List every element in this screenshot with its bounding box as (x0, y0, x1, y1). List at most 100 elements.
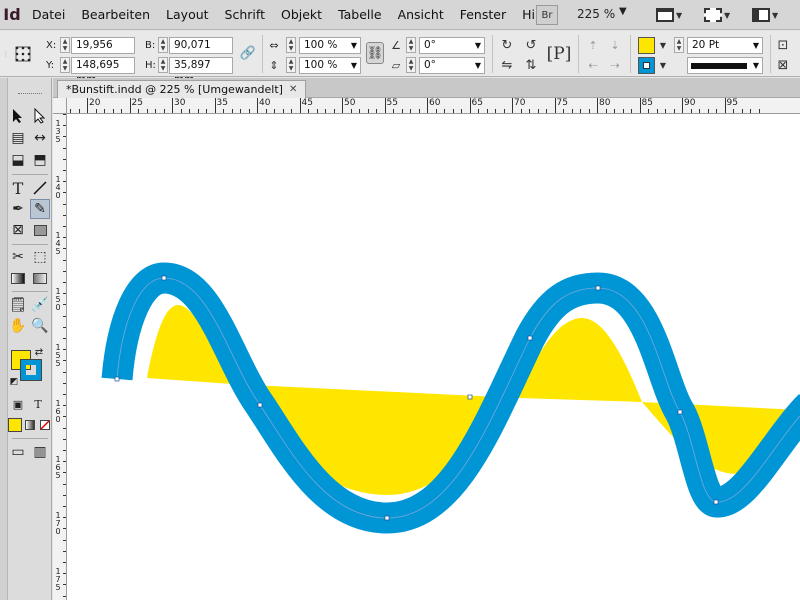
rotate-cw-icon[interactable]: ↻ (498, 36, 516, 54)
select-container-icon[interactable]: ⇡ (584, 36, 602, 54)
x-field[interactable]: 19,956 mm (71, 37, 135, 66)
ruler-major-tick (554, 98, 556, 113)
anchor-point[interactable] (384, 515, 390, 521)
width-field[interactable]: 90,071 mm (169, 37, 233, 66)
apply-gradient-icon[interactable] (23, 418, 37, 432)
height-label: H: (145, 60, 156, 71)
scale-x-stepper[interactable]: ▲ ▼ (286, 37, 296, 53)
rotate-ccw-icon[interactable]: ↺ (522, 36, 540, 54)
menu-ansicht[interactable]: Ansicht (390, 0, 452, 30)
free-transform-tool-icon[interactable]: ⬚ (30, 247, 50, 267)
rectangle-frame-tool-icon[interactable]: ⊠ (8, 220, 28, 240)
anchor-point[interactable] (713, 499, 719, 505)
gradient-feather-tool-icon[interactable] (30, 268, 50, 288)
menu-layout[interactable]: Layout (158, 0, 217, 30)
content-placer-icon[interactable]: ⬒ (30, 150, 50, 170)
rotate-stepper[interactable]: ▲ ▼ (406, 37, 416, 53)
horizontal-ruler[interactable]: 20 25 30 35 40 45 50 55 60 65 70 75 80 85 90 95 (67, 98, 800, 114)
zoom-dropdown-icon[interactable]: ▼ (619, 6, 627, 17)
ruler-label: 55 (386, 98, 398, 108)
anchor-point[interactable] (257, 402, 263, 408)
constrain-scale-icon[interactable]: ⛓ (366, 42, 384, 64)
formatting-container-icon[interactable]: ▣ (10, 396, 26, 412)
scale-x-field[interactable]: 100 % ▼ (299, 37, 361, 54)
direct-selection-tool-icon[interactable] (30, 106, 50, 126)
height-stepper[interactable]: ▲ ▼ (158, 57, 168, 73)
anchor-point[interactable] (161, 275, 167, 281)
constrain-proportions-icon[interactable]: 🔗 (238, 43, 258, 63)
rotate-field[interactable]: 0° ▼ (419, 37, 485, 54)
stroke-proxy[interactable] (20, 359, 42, 381)
zoom-tool-icon[interactable]: 🔍 (30, 316, 50, 336)
normal-view-icon[interactable]: ▭ (8, 442, 28, 462)
fill-swatch[interactable] (638, 37, 655, 54)
anchor-point[interactable] (114, 376, 120, 382)
gap-tool-icon[interactable]: ↔ (30, 128, 50, 148)
scale-y-stepper[interactable]: ▲ ▼ (286, 57, 296, 73)
flip-vertical-icon[interactable]: ⇅ (522, 56, 540, 74)
preview-mode-icon[interactable]: ▥ (30, 442, 50, 462)
menu-datei[interactable]: Datei (24, 0, 73, 30)
eyedropper-tool-icon[interactable]: 💉 (30, 295, 50, 315)
scissors-tool-icon[interactable]: ✂ (8, 247, 28, 267)
anchor-point[interactable] (467, 394, 473, 400)
width-stepper[interactable]: ▲ ▼ (158, 37, 168, 53)
view-options-icon[interactable]: ▼ (656, 5, 686, 25)
menu-schrift[interactable]: Schrift (217, 0, 273, 30)
zoom-level[interactable]: 225 % (577, 7, 615, 21)
arrange-documents-icon[interactable]: ▼ (752, 5, 782, 25)
bridge-button[interactable]: Br (536, 5, 558, 25)
type-tool-icon[interactable]: T (8, 178, 28, 198)
stroke-swatch[interactable] (638, 57, 655, 74)
shear-stepper[interactable]: ▲ ▼ (406, 57, 416, 73)
menu-fenster[interactable]: Fenster (452, 0, 514, 30)
select-next-icon[interactable]: ⇢ (606, 56, 624, 74)
fit-content-icon[interactable]: ⊠ (774, 56, 792, 74)
menu-tabelle[interactable]: Tabelle (330, 0, 390, 30)
select-previous-icon[interactable]: ⇠ (584, 56, 602, 74)
y-field[interactable]: 148,695 mm (71, 57, 135, 86)
content-collector-icon[interactable]: ⬓ (8, 150, 28, 170)
flip-horizontal-icon[interactable]: ⇋ (498, 56, 516, 74)
stroke-type-field[interactable]: ▼ (687, 57, 763, 74)
document-canvas[interactable] (67, 114, 800, 600)
swap-fill-stroke-icon[interactable]: ⇄ (32, 346, 46, 358)
y-stepper[interactable]: ▲ ▼ (60, 57, 70, 73)
stroke-dropdown-icon[interactable]: ▼ (657, 57, 669, 74)
default-fill-stroke-icon[interactable]: ◩ (8, 376, 20, 388)
pencil-tool-icon[interactable]: ✎ (30, 199, 50, 219)
formatting-text-icon[interactable]: T (30, 396, 46, 412)
shear-field[interactable]: 0° ▼ (419, 57, 485, 74)
control-grip-icon[interactable]: ⋮ (2, 37, 10, 71)
stroke-weight-field[interactable]: 20 Pt ▼ (687, 37, 763, 54)
document-tab[interactable]: *Bunstift.indd @ 225 % [Umgewandelt] ✕ (57, 80, 307, 98)
pen-tool-icon[interactable]: ✒ (8, 199, 28, 219)
x-stepper[interactable]: ▲ ▼ (60, 37, 70, 53)
frame-fitting-icon[interactable]: ⊡ (774, 36, 792, 54)
anchor-point[interactable] (595, 285, 601, 291)
page-tool-icon[interactable]: ▤ (8, 128, 28, 148)
ruler-origin[interactable] (53, 98, 67, 114)
stroke-weight-stepper[interactable]: ▲ ▼ (674, 37, 684, 53)
anchor-point[interactable] (527, 335, 533, 341)
menu-objekt[interactable]: Objekt (273, 0, 330, 30)
scale-y-field[interactable]: 100 % ▼ (299, 57, 361, 74)
vertical-ruler[interactable]: 135 140 145 150 155 160 165 170 175 (53, 114, 67, 600)
reference-point-icon[interactable] (14, 37, 32, 71)
apply-color-icon[interactable] (8, 418, 22, 432)
line-tool-icon[interactable] (30, 178, 50, 198)
screen-mode-icon[interactable]: ▼ (704, 5, 734, 25)
apply-none-icon[interactable] (38, 418, 52, 432)
select-content-icon[interactable]: ⇣ (606, 36, 624, 54)
anchor-point[interactable] (677, 409, 683, 415)
gradient-swatch-tool-icon[interactable] (8, 268, 28, 288)
artwork[interactable] (67, 114, 800, 600)
close-icon[interactable]: ✕ (289, 81, 297, 98)
note-tool-icon[interactable]: 🗒 (8, 295, 28, 315)
height-field[interactable]: 35,897 mm (169, 57, 233, 86)
selection-tool-icon[interactable] (8, 106, 28, 126)
hand-tool-icon[interactable]: ✋ (8, 316, 28, 336)
menu-bearbeiten[interactable]: Bearbeiten (73, 0, 158, 30)
rectangle-tool-icon[interactable] (30, 220, 50, 240)
fill-dropdown-icon[interactable]: ▼ (657, 37, 669, 54)
